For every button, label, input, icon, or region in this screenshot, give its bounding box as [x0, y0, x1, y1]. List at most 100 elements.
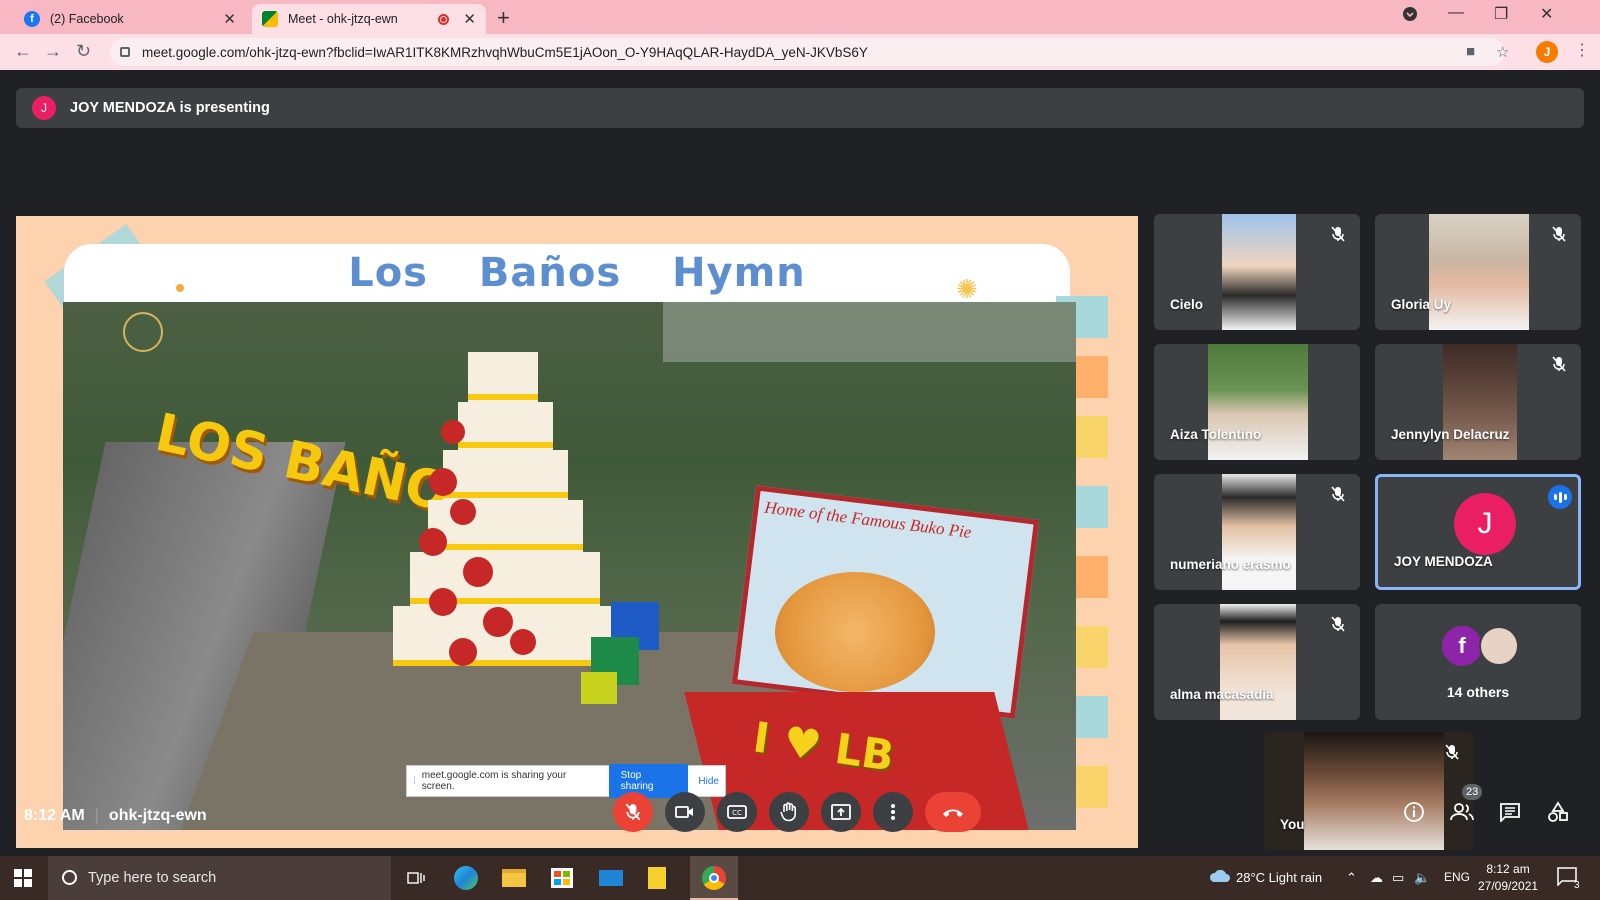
hang-up-icon	[943, 809, 963, 817]
task-view-icon[interactable]	[400, 862, 432, 894]
microsoft-store-icon[interactable]	[546, 862, 578, 894]
participant-tile[interactable]: Gloria Uy	[1375, 214, 1581, 330]
participant-video	[1208, 344, 1308, 460]
back-button[interactable]: ←	[14, 41, 32, 62]
participant-name: alma macasadia	[1170, 687, 1274, 702]
participant-video	[1443, 344, 1517, 460]
captions-button[interactable]: CC	[717, 792, 757, 832]
browser-tab-strip: f (2) Facebook ✕ Meet - ohk-jtzq-ewn ✕ +…	[0, 0, 1600, 34]
close-tab-icon[interactable]: ✕	[223, 10, 236, 28]
forward-button[interactable]: →	[44, 41, 62, 62]
self-view-tile[interactable]: You	[1264, 732, 1474, 850]
volume-icon[interactable]: 🔈	[1414, 870, 1430, 886]
sharing-message: meet.google.com is sharing your screen.	[421, 770, 567, 792]
participant-name: JOY MENDOZA	[1394, 554, 1493, 569]
present-now-button[interactable]	[821, 792, 861, 832]
leave-call-button[interactable]	[925, 792, 981, 832]
participant-tile[interactable]: numeriano erasmo	[1154, 474, 1360, 590]
profile-avatar[interactable]: J	[1536, 41, 1558, 63]
people-button[interactable]	[1448, 798, 1476, 826]
url-field[interactable]: meet.google.com/ohk-jtzq-ewn?fbclid=IwAR…	[110, 38, 1505, 66]
onedrive-icon[interactable]: ☁	[1370, 870, 1383, 886]
url-text: meet.google.com/ohk-jtzq-ewn?fbclid=IwAR…	[142, 44, 868, 60]
network-icon[interactable]: ▭	[1392, 870, 1404, 886]
edge-browser-icon[interactable]	[450, 862, 482, 894]
activities-icon	[1548, 801, 1568, 822]
facebook-icon: f	[24, 11, 40, 27]
shared-screen[interactable]: Los Baños Hymn ✺ LOS BAÑOS Home of the F…	[16, 216, 1138, 848]
board-text: Home of the Famous Buko Pie	[763, 497, 973, 542]
participant-name: Cielo	[1170, 297, 1204, 312]
more-options-button[interactable]	[873, 792, 913, 832]
minimize-button[interactable]: —	[1448, 4, 1464, 22]
weather-text[interactable]: 28°C Light rain	[1236, 870, 1322, 885]
meeting-info: 8:12 AM | ohk-jtzq-ewn	[24, 807, 207, 825]
tab-facebook[interactable]: f (2) Facebook ✕	[14, 4, 246, 34]
participant-avatar: J	[1454, 493, 1516, 555]
meet-window: J JOY MENDOZA is presenting Los Baños Hy…	[0, 70, 1600, 856]
camera-in-use-icon[interactable]: ■	[1466, 43, 1475, 60]
participant-tile[interactable]: Jennylyn Delacruz	[1375, 344, 1581, 460]
participant-tile[interactable]: alma macasadia	[1154, 604, 1360, 720]
participant-name: Jennylyn Delacruz	[1391, 427, 1510, 442]
participant-avatar	[1479, 626, 1519, 666]
tab-search-icon[interactable]	[1402, 6, 1418, 27]
drag-handle-icon[interactable]: ⁞	[413, 776, 416, 787]
presenting-text: JOY MENDOZA is presenting	[70, 100, 270, 116]
tab-title: (2) Facebook	[50, 12, 124, 26]
new-tab-button[interactable]: +	[497, 5, 510, 31]
show-hidden-icons-icon[interactable]: ⌃	[1346, 870, 1357, 886]
mic-off-icon	[625, 803, 641, 821]
file-explorer-icon[interactable]	[498, 862, 530, 894]
sticky-notes-icon[interactable]	[643, 862, 675, 894]
slide-photo: LOS BAÑOS Home of the Famous Buko Pie I …	[63, 302, 1076, 830]
self-video	[1304, 732, 1444, 850]
clock-date: 27/09/2021	[1478, 879, 1539, 893]
system-clock[interactable]: 8:12 am 27/09/2021	[1478, 861, 1538, 895]
lock-icon	[120, 47, 130, 57]
weather-icon[interactable]	[1208, 868, 1230, 887]
meeting-code: ohk-jtzq-ewn	[108, 807, 207, 824]
others-tile[interactable]: f 14 others	[1375, 604, 1581, 720]
taskbar-search-box[interactable]: Type here to search	[48, 856, 391, 900]
gift-box-icon	[581, 672, 617, 704]
microphone-toggle-button[interactable]	[613, 792, 653, 832]
more-vert-icon	[891, 804, 895, 820]
mic-off-icon	[1552, 356, 1566, 372]
participant-tile-active-speaker[interactable]: J JOY MENDOZA	[1375, 474, 1581, 590]
svg-text:CC: CC	[732, 809, 742, 817]
captions-icon: CC	[727, 805, 747, 819]
decorative-dot	[176, 284, 184, 292]
mic-off-icon	[1331, 226, 1345, 242]
buko-pie-display	[775, 572, 935, 692]
mail-icon[interactable]	[595, 862, 627, 894]
windows-start-button[interactable]	[14, 869, 32, 887]
participant-avatar: f	[1442, 626, 1482, 666]
maximize-button[interactable]: ❐	[1494, 4, 1508, 24]
meeting-details-button[interactable]	[1400, 798, 1428, 826]
present-screen-icon	[831, 804, 851, 820]
address-bar: ← → ↻ meet.google.com/ohk-jtzq-ewn?fbcli…	[0, 34, 1600, 70]
mic-off-icon	[1445, 744, 1459, 760]
bookmark-star-icon[interactable]: ☆	[1496, 43, 1509, 61]
participant-tile[interactable]: Aiza Tolentino	[1154, 344, 1360, 460]
activities-button[interactable]	[1544, 798, 1572, 826]
close-window-button[interactable]: ✕	[1540, 4, 1553, 24]
hide-button[interactable]: Hide	[698, 776, 719, 787]
reload-button[interactable]: ↻	[76, 41, 91, 62]
chrome-icon[interactable]	[698, 862, 730, 894]
self-name: You	[1280, 817, 1305, 832]
raise-hand-button[interactable]	[769, 792, 809, 832]
others-count: 14 others	[1446, 684, 1510, 700]
sun-icon: ✺	[956, 274, 978, 304]
camera-toggle-button[interactable]	[665, 792, 705, 832]
presenting-banner: J JOY MENDOZA is presenting	[16, 88, 1584, 128]
tab-meet[interactable]: Meet - ohk-jtzq-ewn ✕	[252, 4, 486, 34]
mic-off-icon	[1331, 616, 1345, 632]
browser-menu-icon[interactable]: ⋮	[1574, 40, 1590, 60]
close-tab-icon[interactable]: ✕	[463, 10, 476, 28]
language-indicator[interactable]: ENG	[1444, 870, 1470, 884]
lbchato-logo-icon	[123, 312, 163, 352]
chat-button[interactable]	[1496, 798, 1524, 826]
participant-tile[interactable]: Cielo	[1154, 214, 1360, 330]
